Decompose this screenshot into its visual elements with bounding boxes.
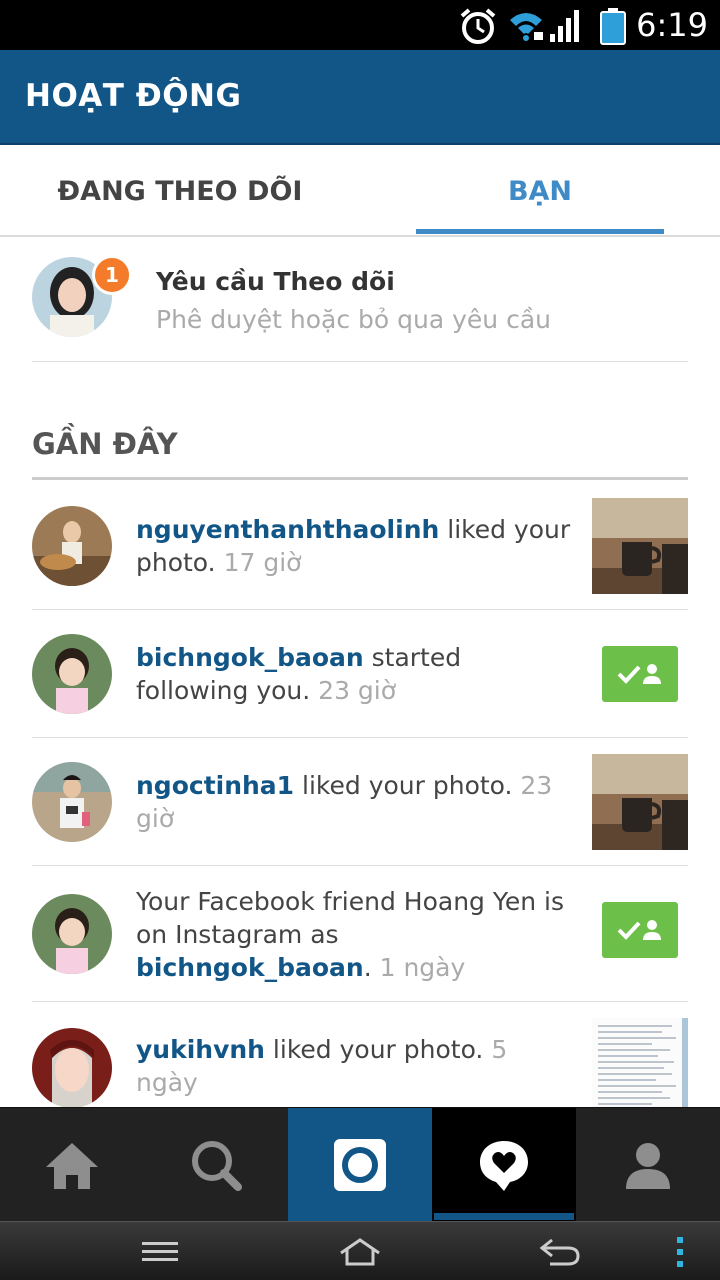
- document-thumbnail[interactable]: [592, 1018, 688, 1107]
- avatar[interactable]: [32, 1028, 112, 1107]
- list-item[interactable]: ngoctinha1 liked your photo. 23 giờ: [32, 738, 688, 866]
- photo-thumbnail[interactable]: [592, 498, 688, 594]
- active-nav-indicator: [434, 1213, 574, 1220]
- username-link[interactable]: ngoctinha1: [136, 771, 294, 800]
- divider: [32, 477, 688, 480]
- wifi-icon: [506, 6, 546, 50]
- search-icon: [192, 1141, 242, 1191]
- system-menu-button[interactable]: [120, 1222, 200, 1280]
- username-link[interactable]: bichngok_baoan: [136, 953, 364, 982]
- tab-you[interactable]: BẠN: [416, 145, 664, 237]
- follow-back-button[interactable]: [602, 646, 678, 702]
- list-item[interactable]: bichngok_baoan started following you. 23…: [32, 610, 688, 738]
- app-header: HOẠT ĐỘNG: [0, 50, 720, 145]
- follow-requests-row[interactable]: 1 Yêu cầu Theo dõi Phê duyệt hoặc bỏ qua…: [32, 237, 688, 362]
- home-outline-icon: [340, 1237, 380, 1265]
- avatar[interactable]: [32, 762, 112, 842]
- nav-search[interactable]: [144, 1108, 288, 1222]
- activity-text: nguyenthanhthaolinh liked your photo. 17…: [136, 515, 571, 577]
- activity-text: bichngok_baoan started following you. 23…: [136, 643, 462, 705]
- nav-home[interactable]: [0, 1108, 144, 1222]
- system-back-button[interactable]: [520, 1222, 600, 1280]
- menu-icon: [142, 1241, 178, 1261]
- activity-text: yukihvnh liked your photo. 5 ngày: [136, 1035, 508, 1097]
- timestamp: 1 ngày: [379, 952, 466, 982]
- activity-tabs: ĐANG THEO DÕI BẠN: [0, 145, 720, 237]
- username-link[interactable]: yukihvnh: [136, 1035, 265, 1064]
- status-bar: 6:19: [0, 0, 720, 50]
- avatar[interactable]: [32, 506, 112, 586]
- active-tab-indicator: [416, 229, 664, 234]
- tab-following[interactable]: ĐANG THEO DÕI: [20, 145, 340, 237]
- avatar[interactable]: [32, 894, 112, 974]
- follow-requests-subtitle: Phê duyệt hoặc bỏ qua yêu cầu: [156, 305, 552, 334]
- activity-text: ngoctinha1 liked your photo. 23 giờ: [136, 771, 553, 833]
- battery-icon: [598, 6, 628, 50]
- username-link[interactable]: bichngok_baoan: [136, 643, 364, 672]
- list-item[interactable]: yukihvnh liked your photo. 5 ngày: [32, 1002, 688, 1107]
- alarm-icon: [458, 6, 498, 50]
- system-overflow-button[interactable]: [660, 1222, 700, 1280]
- camera-icon: [334, 1139, 386, 1191]
- nav-profile[interactable]: [576, 1108, 720, 1222]
- home-icon: [46, 1143, 98, 1189]
- request-count-badge: 1: [92, 255, 132, 295]
- avatar[interactable]: [32, 634, 112, 714]
- user-check-icon: [617, 920, 661, 940]
- activity-feed[interactable]: 1 Yêu cầu Theo dõi Phê duyệt hoặc bỏ qua…: [0, 237, 720, 1107]
- follow-requests-title: Yêu cầu Theo dõi: [156, 267, 395, 296]
- timestamp: 17 giờ: [223, 548, 302, 577]
- follow-back-button[interactable]: [602, 902, 678, 958]
- user-check-icon: [617, 664, 661, 684]
- overflow-icon: [677, 1236, 683, 1267]
- username-link[interactable]: nguyenthanhthaolinh: [136, 515, 439, 544]
- system-home-button[interactable]: [320, 1222, 400, 1280]
- activity-heart-icon: [480, 1141, 528, 1191]
- list-item[interactable]: Your Facebook friend Hoang Yen is on Ins…: [32, 866, 688, 1002]
- bottom-nav: [0, 1107, 720, 1222]
- signal-icon: [548, 6, 582, 50]
- nav-camera[interactable]: [288, 1108, 432, 1222]
- activity-text: Your Facebook friend Hoang Yen is on Ins…: [136, 886, 564, 982]
- clock: 6:19: [636, 6, 708, 44]
- recent-heading: GẦN ĐÂY: [32, 427, 178, 461]
- system-nav-bar: [0, 1221, 720, 1280]
- page-title: HOẠT ĐỘNG: [25, 78, 242, 114]
- photo-thumbnail[interactable]: [592, 754, 688, 850]
- nav-activity[interactable]: [432, 1108, 576, 1222]
- back-icon: [539, 1238, 580, 1265]
- timestamp: 23 giờ: [318, 676, 397, 705]
- profile-icon: [626, 1143, 670, 1189]
- list-item[interactable]: nguyenthanhthaolinh liked your photo. 17…: [32, 482, 688, 610]
